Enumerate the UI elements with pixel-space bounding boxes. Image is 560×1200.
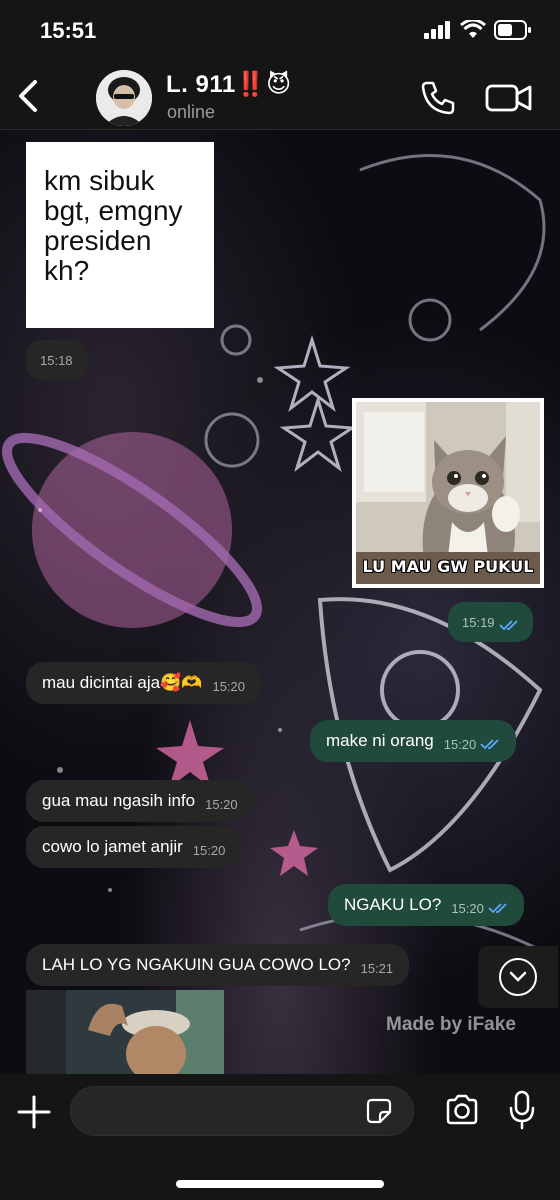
read-ticks-icon [480,738,500,750]
chat-header: L. 911‼️😈 online [0,62,560,130]
message-timestamp: 15:18 [26,340,87,380]
microphone-button[interactable] [508,1088,536,1132]
meme-caption: LU MAU GW PUKUL [362,557,534,576]
camera-icon [446,1094,478,1125]
message-input[interactable] [70,1086,414,1136]
message-time: 15:20 [205,796,238,812]
message-time: 15:20 [451,900,484,916]
voice-call-button[interactable] [418,78,458,118]
read-ticks-icon [488,902,508,914]
attach-button[interactable] [14,1092,54,1132]
read-ticks-icon [498,619,519,631]
sticker-button[interactable] [366,1098,392,1124]
incoming-image-message[interactable]: km sibuk bgt, emgny presiden kh? [26,142,214,328]
status-time: 15:51 [40,18,97,43]
sticker-icon [366,1098,392,1124]
message-text: make ni orang [326,731,434,750]
message-text: NGAKU LO? [344,895,442,914]
cat-meme-image: LU MAU GW PUKUL [356,402,540,584]
timestamp-text: 15:19 [462,614,495,630]
signal-icon [424,21,450,39]
contact-status: online [167,102,216,122]
microphone-icon [509,1090,535,1130]
message-time: 15:20 [192,842,226,858]
wifi-icon [460,20,486,38]
message-timestamp: 15:19 [448,602,533,642]
watermark: Made by iFake [386,1014,516,1035]
avatar[interactable] [96,70,152,126]
chevron-left-icon [19,80,37,112]
phone-icon [421,81,455,115]
incoming-message[interactable]: cowo lo jamet anjir 15:20 [26,826,242,868]
message-time: 15:21 [360,960,394,976]
message-time: 15:20 [443,736,477,752]
contact-name[interactable]: L. 911‼️😈 [166,70,292,99]
message-text: LAH LO YG NGAKUIN GUA COWO LO? [42,955,351,974]
avatar-image [96,70,152,126]
message-text: gua mau ngasih info [42,791,196,810]
input-bar [0,1074,560,1200]
status-bar: 15:51 [0,0,560,62]
battery-icon [494,20,531,40]
message-time: 15:20 [212,678,246,694]
photo-preview [26,990,224,1074]
outgoing-image-message[interactable]: LU MAU GW PUKUL [352,398,544,588]
camera-button[interactable] [444,1092,480,1128]
incoming-message[interactable]: mau dicintai aja🥰🫶 15:20 [26,662,262,704]
status-icons [424,20,532,40]
video-call-button[interactable] [484,80,534,116]
incoming-message[interactable]: gua mau ngasih info 15:20 [26,780,254,822]
outgoing-message[interactable]: make ni orang 15:20 [310,720,517,762]
incoming-photo-message[interactable] [26,990,224,1074]
back-button[interactable] [10,74,46,118]
image-text: km sibuk bgt, emgny presiden kh? [44,165,183,286]
message-text: mau dicintai aja🥰🫶 [42,673,203,692]
timestamp-text: 15:18 [40,352,73,368]
incoming-message[interactable]: LAH LO YG NGAKUIN GUA COWO LO? 15:21 [26,944,410,986]
outgoing-message[interactable]: NGAKU LO? 15:20 [328,884,524,926]
home-indicator[interactable] [176,1180,384,1188]
plus-icon [17,1095,51,1129]
chevron-down-icon [499,958,537,996]
message-text: cowo lo jamet anjir [42,837,183,856]
video-camera-icon [485,84,532,112]
scroll-to-bottom-button[interactable] [478,946,558,1008]
